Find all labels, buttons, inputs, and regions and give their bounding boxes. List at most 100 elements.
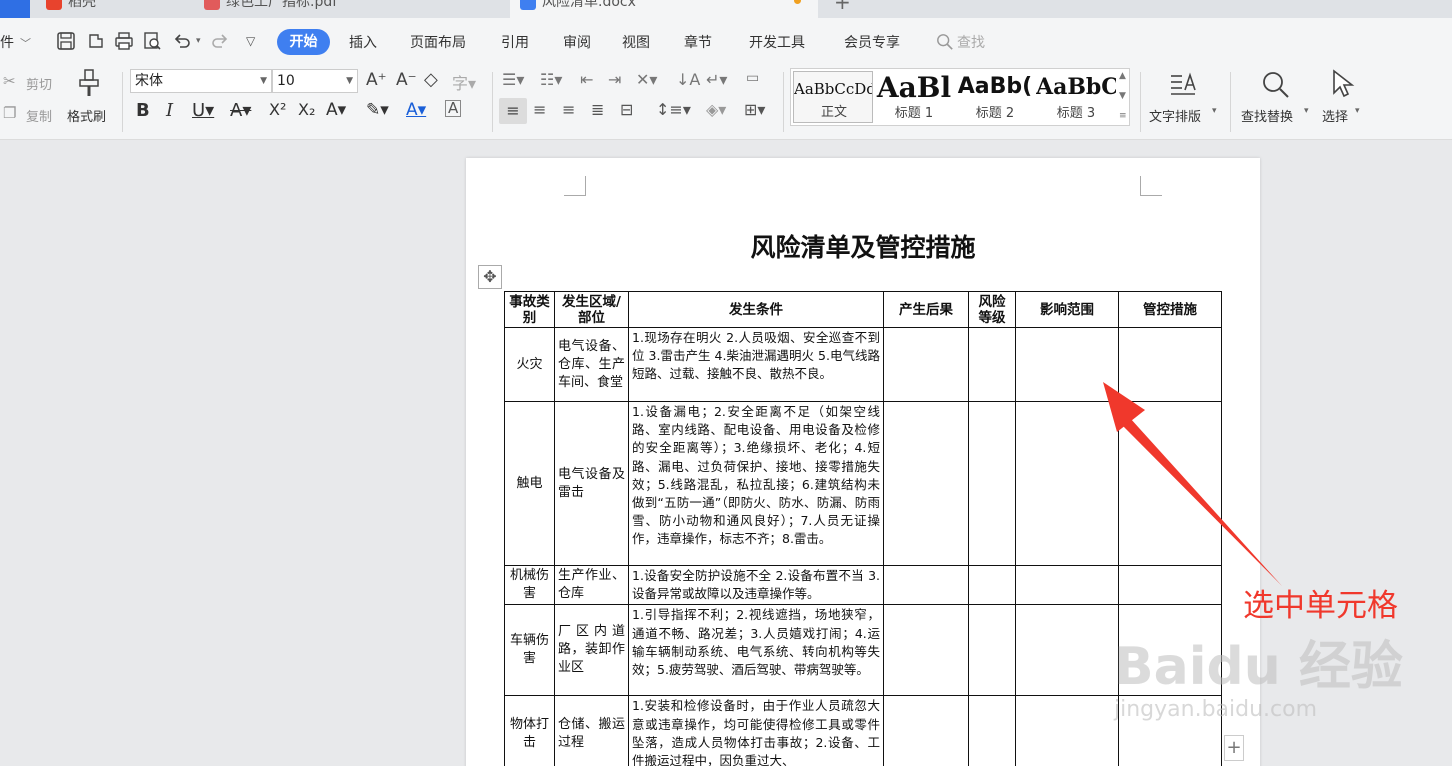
find-replace-button[interactable]: 查找替换	[1241, 106, 1293, 125]
undo-dropdown-icon[interactable]: ▾	[196, 36, 201, 46]
control-measure-cell[interactable]	[1118, 695, 1222, 766]
tab-references[interactable]: 引用	[501, 32, 529, 52]
style-heading-1[interactable]: AaBl 标题 1	[874, 71, 954, 123]
category-cell[interactable]: 触电	[504, 401, 555, 566]
control-measure-cell[interactable]	[1118, 327, 1222, 402]
tab-page-layout[interactable]: 页面布局	[410, 32, 466, 52]
header-cell[interactable]: 管控措施	[1118, 291, 1222, 328]
category-cell[interactable]: 火灾	[504, 327, 555, 402]
chevron-down-icon[interactable]: ▾	[1355, 106, 1360, 116]
scissors-icon[interactable]: ✂	[3, 72, 16, 90]
condition-cell[interactable]: 1.设备安全防护设施不全 2.设备布置不当 3.设备异常或故障以及违章操作等。	[628, 564, 884, 606]
tab-member[interactable]: 会员专享	[844, 32, 900, 52]
condition-cell[interactable]: 1.引导指挥不利；2.视线遮挡，场地狭窄，通道不畅、路况差；3.人员嬉戏打闹；4…	[628, 604, 884, 697]
sort-icon[interactable]: ↓A	[676, 70, 700, 89]
line-break-icon[interactable]: ↵▾	[706, 70, 727, 89]
font-color-icon[interactable]: A▾	[406, 100, 426, 120]
bold-icon[interactable]: B	[136, 100, 150, 121]
text-effect-icon[interactable]: A▾	[326, 100, 346, 120]
consequence-cell[interactable]	[883, 564, 969, 606]
condition-cell[interactable]: 1.现场存在明火 2.人员吸烟、安全巡查不到位 3.雷击产生 4.柴油泄漏遇明火…	[628, 327, 884, 402]
superscript-icon[interactable]: X²	[269, 100, 286, 119]
justify-icon[interactable]: ≣	[591, 100, 604, 119]
find-replace-icon[interactable]	[1260, 69, 1290, 99]
highlight-icon[interactable]: ✎▾	[366, 100, 389, 120]
align-right-icon[interactable]: ≡	[562, 100, 575, 119]
font-name-select[interactable]: 宋体 ▼	[130, 69, 272, 93]
file-menu[interactable]: 件	[0, 32, 14, 52]
area-cell[interactable]: 电气设备、仓库、生产车间、食堂	[554, 327, 629, 402]
tab-developer[interactable]: 开发工具	[749, 32, 805, 52]
header-cell[interactable]: 风险等级	[968, 291, 1016, 328]
tab-start[interactable]: 开始	[277, 29, 330, 55]
align-left-button[interactable]: ≡	[499, 98, 527, 124]
tab-insert[interactable]: 插入	[349, 32, 377, 52]
italic-icon[interactable]: I	[166, 100, 173, 121]
clear-format-icon[interactable]: ◇	[424, 69, 438, 90]
search-command[interactable]: 查找	[957, 32, 985, 52]
distribute-icon[interactable]: ⊟	[620, 100, 633, 119]
risk-level-cell[interactable]	[968, 695, 1016, 766]
subscript-icon[interactable]: X₂	[298, 100, 315, 119]
control-measure-cell[interactable]	[1118, 564, 1222, 606]
select-button[interactable]: 选择	[1322, 106, 1348, 125]
save-icon[interactable]	[56, 31, 76, 51]
condition-cell[interactable]: 1.设备漏电；2.安全距离不足（如架空线路、室内线路、配电设备、用电设备及检修的…	[628, 401, 884, 566]
area-cell[interactable]: 生产作业、仓库	[554, 564, 629, 606]
char-border-icon[interactable]: A	[445, 100, 462, 117]
shading-icon[interactable]: ◈▾	[706, 100, 726, 119]
borders-icon[interactable]: ⊞▾	[744, 100, 765, 119]
category-cell[interactable]: 物体打击	[504, 695, 555, 766]
impact-scope-cell[interactable]	[1015, 695, 1119, 766]
show-marks-icon[interactable]: ▭	[746, 70, 759, 86]
file-menu-chevron-icon[interactable]: ﹀	[20, 35, 31, 51]
area-cell[interactable]: 电气设备及雷击	[554, 401, 629, 566]
gallery-up-icon[interactable]: ▲	[1119, 71, 1126, 81]
align-center-icon[interactable]: ≡	[533, 100, 546, 119]
decrease-indent-icon[interactable]: ⇤	[580, 70, 593, 89]
phonetic-guide-icon[interactable]: 字▾	[452, 70, 476, 94]
text-layout-button[interactable]: 文字排版	[1149, 106, 1201, 125]
category-cell[interactable]: 机械伤害	[504, 564, 555, 606]
style-heading-2[interactable]: AaBb( 标题 2	[955, 71, 1035, 123]
header-cell[interactable]: 产生后果	[883, 291, 969, 328]
export-icon[interactable]	[86, 31, 106, 51]
tab-chapter[interactable]: 章节	[684, 32, 712, 52]
increase-indent-icon[interactable]: ⇥	[608, 70, 621, 89]
format-painter-button[interactable]: 格式刷	[67, 106, 106, 125]
print-icon[interactable]	[114, 31, 134, 51]
line-spacing-icon[interactable]: ↕≡▾	[656, 100, 691, 119]
consequence-cell[interactable]	[883, 604, 969, 697]
header-cell[interactable]: 影响范围	[1015, 291, 1119, 328]
style-heading-3[interactable]: AaBbC 标题 3	[1036, 71, 1116, 123]
consequence-cell[interactable]	[883, 401, 969, 566]
font-size-select[interactable]: 10 ▼	[272, 69, 358, 93]
control-measure-cell[interactable]	[1118, 604, 1222, 697]
copy-button[interactable]: 复制	[26, 106, 52, 125]
control-measure-cell[interactable]	[1118, 401, 1222, 566]
customize-toolbar-icon[interactable]: ▽	[246, 34, 255, 48]
area-cell[interactable]: 厂区内道路，装卸作业区	[554, 604, 629, 697]
cut-button[interactable]: 剪切	[26, 74, 52, 93]
category-cell[interactable]: 车辆伤害	[504, 604, 555, 697]
impact-scope-cell[interactable]	[1015, 564, 1119, 606]
text-layout-icon[interactable]	[1168, 70, 1198, 100]
area-cell[interactable]: 仓储、搬运过程	[554, 695, 629, 766]
redo-icon[interactable]	[210, 31, 230, 51]
condition-cell[interactable]: 1.安装和检修设备时，由于作业人员疏忽大意或违章操作，均可能使得检修工具或零件坠…	[628, 695, 884, 766]
table-move-handle-icon[interactable]: ✥	[478, 265, 502, 289]
undo-icon[interactable]	[172, 31, 192, 51]
consequence-cell[interactable]	[883, 327, 969, 402]
impact-scope-cell[interactable]	[1015, 604, 1119, 697]
strikethrough-icon[interactable]: A▾	[230, 100, 251, 121]
impact-scope-cell[interactable]	[1015, 327, 1119, 402]
consequence-cell[interactable]	[883, 695, 969, 766]
impact-scope-cell[interactable]	[1015, 401, 1119, 566]
tab-docer[interactable]: 稻壳	[46, 0, 196, 18]
header-cell[interactable]: 事故类别	[504, 291, 555, 328]
risk-level-cell[interactable]	[968, 401, 1016, 566]
risk-level-cell[interactable]	[968, 604, 1016, 697]
header-cell[interactable]: 发生区域/部位	[554, 291, 629, 328]
unsaved-dot-icon[interactable]	[794, 0, 801, 4]
grow-font-icon[interactable]: A⁺	[366, 70, 387, 90]
